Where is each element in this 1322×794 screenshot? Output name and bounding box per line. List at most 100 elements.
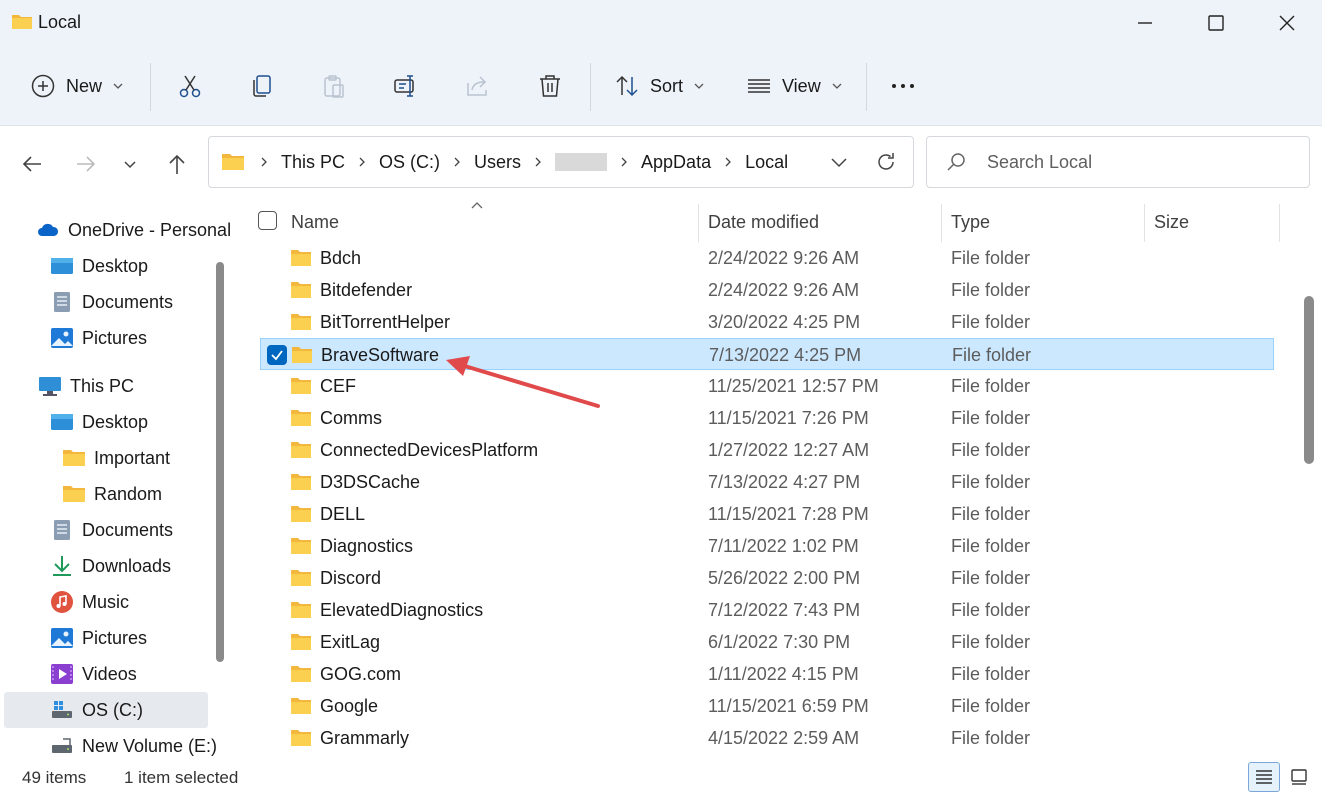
sidebar-item-pictures[interactable]: Pictures <box>50 320 147 356</box>
file-row[interactable]: Diagnostics 7/11/2022 1:02 PM File folder <box>260 530 1274 562</box>
rename-button[interactable] <box>393 66 419 106</box>
column-divider[interactable] <box>941 204 942 242</box>
sidebar-item-onedrive[interactable]: OneDrive - Personal <box>36 212 236 248</box>
file-type: File folder <box>951 472 1031 492</box>
breadcrumb-this-pc[interactable]: This PC <box>281 152 345 173</box>
copy-icon <box>253 75 271 97</box>
chevron-right-icon <box>454 157 460 167</box>
videos-icon <box>51 664 73 684</box>
file-row[interactable]: Discord 5/26/2022 2:00 PM File folder <box>260 562 1274 594</box>
sidebar-item-music[interactable]: Music <box>50 584 129 620</box>
chevron-right-icon <box>359 157 365 167</box>
sidebar-item-random[interactable]: Random <box>62 476 162 512</box>
folder-icon <box>291 250 311 266</box>
recent-locations-button[interactable] <box>116 150 144 178</box>
sidebar-item-this-pc[interactable]: This PC <box>38 368 134 404</box>
chevron-down-icon <box>694 83 704 89</box>
file-row[interactable]: Bitdefender 2/24/2022 9:26 AM File folder <box>260 274 1274 306</box>
search-input[interactable]: Search Local <box>926 136 1310 188</box>
paste-button[interactable] <box>321 66 347 106</box>
column-header-row: Name Date modified Type Size <box>238 200 1298 244</box>
sidebar-item-documents[interactable]: Documents <box>50 512 173 548</box>
file-name: GOG.com <box>320 664 402 684</box>
select-all-checkbox[interactable] <box>258 211 277 230</box>
sidebar-item-label: New Volume (E:) <box>82 735 218 756</box>
sidebar-item-downloads[interactable]: Downloads <box>50 548 171 584</box>
large-icons-view-button[interactable] <box>1283 762 1315 792</box>
file-row[interactable]: Google 11/15/2021 6:59 PM File folder <box>260 690 1274 722</box>
copy-button[interactable] <box>249 66 275 106</box>
details-view-button[interactable] <box>1248 762 1280 792</box>
new-button[interactable]: New <box>30 66 124 106</box>
file-row[interactable]: ExitLag 6/1/2022 7:30 PM File folder <box>260 626 1274 658</box>
file-row[interactable]: CEF 11/25/2021 12:57 PM File folder <box>260 370 1274 402</box>
file-type: File folder <box>951 664 1031 684</box>
sidebar-item-new-volume-e[interactable]: New Volume (E:) <box>50 728 217 760</box>
sidebar-item-documents[interactable]: Documents <box>50 284 173 320</box>
delete-button[interactable] <box>537 66 563 106</box>
column-divider[interactable] <box>1279 204 1280 242</box>
sidebar-item-pictures[interactable]: Pictures <box>50 620 147 656</box>
file-type: File folder <box>951 600 1031 620</box>
file-row[interactable]: Grammarly 4/15/2022 2:59 AM File folder <box>260 722 1274 754</box>
file-date-modified: 1/11/2022 4:15 PM <box>708 664 859 684</box>
file-row[interactable]: ElevatedDiagnostics 7/12/2022 7:43 PM File… <box>260 594 1274 626</box>
file-row[interactable]: BraveSoftware 7/13/2022 4:25 PM File folde… <box>260 338 1274 370</box>
column-header-name[interactable]: Name <box>291 212 339 233</box>
folder-icon <box>291 570 311 586</box>
forward-button[interactable] <box>72 150 100 178</box>
sidebar-scrollbar[interactable] <box>216 262 224 662</box>
sort-ascending-icon <box>471 202 483 209</box>
sidebar-item-os-c[interactable]: OS (C:) <box>4 692 208 728</box>
up-button[interactable] <box>163 150 191 178</box>
music-icon <box>51 591 73 613</box>
file-name: CEF <box>320 376 356 396</box>
more-options-button[interactable] <box>890 66 916 106</box>
search-icon <box>947 153 965 171</box>
breadcrumb-redacted-username[interactable] <box>555 153 608 171</box>
paste-icon <box>324 75 344 98</box>
address-bar[interactable]: This PC OS (C:) Users AppData Local <box>208 136 914 188</box>
file-row[interactable]: ConnectedDevicesPlatform 1/27/2022 12:27 … <box>260 434 1274 466</box>
chevron-down-icon[interactable] <box>829 152 849 172</box>
sidebar-item-desktop[interactable]: Desktop <box>50 404 148 440</box>
minimize-button[interactable] <box>1122 8 1168 38</box>
file-row[interactable]: DELL 11/15/2021 7:28 PM File folder <box>260 498 1274 530</box>
column-divider[interactable] <box>698 204 699 242</box>
sort-icon <box>616 75 638 97</box>
maximize-button[interactable] <box>1193 8 1239 38</box>
breadcrumb-users[interactable]: Users <box>474 152 521 173</box>
file-row[interactable]: Comms 11/15/2021 7:26 PM File folder <box>260 402 1274 434</box>
column-header-type[interactable]: Type <box>951 212 990 233</box>
sidebar-item-label: Pictures <box>82 327 148 348</box>
cut-icon <box>179 75 201 98</box>
folder-icon <box>291 378 311 394</box>
share-button[interactable] <box>465 66 491 106</box>
sidebar-item-videos[interactable]: Videos <box>50 656 137 692</box>
sidebar-item-desktop[interactable]: Desktop <box>50 248 148 284</box>
row-checkbox[interactable] <box>267 345 287 365</box>
refresh-icon[interactable] <box>875 151 897 173</box>
breadcrumb-appdata[interactable]: AppData <box>641 152 711 173</box>
breadcrumb-os-c[interactable]: OS (C:) <box>379 152 440 173</box>
back-button[interactable] <box>18 150 46 178</box>
column-header-size[interactable]: Size <box>1154 212 1189 233</box>
sidebar-item-label: Desktop <box>82 411 149 432</box>
cut-button[interactable] <box>177 66 203 106</box>
breadcrumb-local[interactable]: Local <box>745 152 788 173</box>
file-row[interactable]: Bdch 2/24/2022 9:26 AM File folder <box>260 242 1274 274</box>
file-row[interactable]: GOG.com 1/11/2022 4:15 PM File folder <box>260 658 1274 690</box>
view-button[interactable]: View <box>746 66 843 106</box>
pictures-icon <box>51 328 73 348</box>
column-header-date-modified[interactable]: Date modified <box>708 212 819 233</box>
close-button[interactable] <box>1264 8 1310 38</box>
sidebar-item-important[interactable]: Important <box>62 440 170 476</box>
column-divider[interactable] <box>1144 204 1145 242</box>
file-date-modified: 4/15/2022 2:59 AM <box>708 728 860 748</box>
sidebar-item-label: Random <box>94 483 163 504</box>
file-row[interactable]: D3DSCache 7/13/2022 4:27 PM File folder <box>260 466 1274 498</box>
file-list-scrollbar[interactable] <box>1304 296 1314 464</box>
file-row[interactable]: BitTorrentHelper 3/20/2022 4:25 PM File fo… <box>260 306 1274 338</box>
arrow-right-icon <box>77 156 96 172</box>
sort-button[interactable]: Sort <box>614 66 705 106</box>
